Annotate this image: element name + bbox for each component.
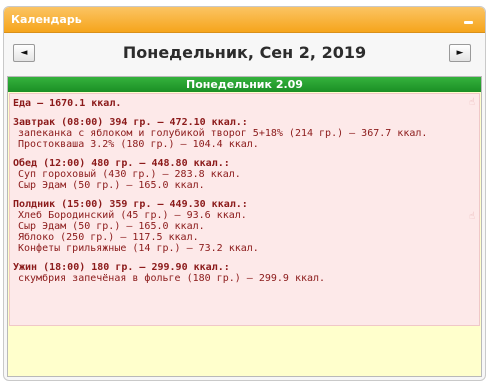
current-date-title: Понедельник, Сен 2, 2019	[122, 43, 367, 62]
meal-header: Обед (12:00) 480 гр. — 448.80 ккал.:	[13, 158, 230, 169]
meal-header: Полдник (15:00) 359 гр. — 449.30 ккал.:	[13, 199, 248, 210]
meal-item: Сыр Эдам (50 гр.) — 165.0 ккал.	[18, 221, 205, 232]
day-meals: ☝ ☝ Еда — 1670.1 ккал. Завтрак (08:00) 3…	[9, 93, 480, 326]
minus-icon[interactable]	[464, 21, 473, 24]
day-header: Понедельник 2.09	[8, 77, 481, 92]
next-day-button[interactable]: ►	[449, 44, 471, 62]
meal-item: скумбрия запечёная в фольге (180 гр.) — …	[18, 273, 326, 284]
meal-item: Простокваша 3.2% (180 гр.) — 104.4 ккал.	[18, 139, 259, 150]
meal-header: Завтрак (08:00) 394 гр. — 472.10 ккал.:	[13, 117, 248, 128]
date-navigation: ◄ Понедельник, Сен 2, 2019 ►	[4, 33, 485, 73]
widget-titlebar: Календарь	[4, 7, 485, 33]
meal-item: Сыр Эдам (50 гр.) — 165.0 ккал.	[18, 180, 205, 191]
meal-header: Ужин (18:00) 180 гр. — 299.90 ккал.:	[13, 262, 230, 273]
hand-pointer-icon[interactable]: ☝	[469, 98, 478, 108]
day-total: Еда — 1670.1 ккал.	[13, 98, 122, 109]
meal-dinner: Ужин (18:00) 180 гр. — 299.90 ккал.: ску…	[13, 262, 479, 284]
meal-breakfast: Завтрак (08:00) 394 гр. — 472.10 ккал.: …	[13, 117, 479, 150]
meal-lunch: Обед (12:00) 480 гр. — 448.80 ккал.: Суп…	[13, 158, 479, 191]
meal-item: Хлеб Бородинский (45 гр.) — 93.6 ккал.	[18, 210, 247, 221]
calendar-widget: Календарь ◄ Понедельник, Сен 2, 2019 ► П…	[3, 6, 486, 381]
meal-item: Конфеты грильяжные (14 гр.) — 73.2 ккал.	[18, 243, 259, 254]
meal-snack: Полдник (15:00) 359 гр. — 449.30 ккал.: …	[13, 199, 479, 254]
meal-item: Яблоко (250 гр.) — 117.5 ккал.	[18, 232, 199, 243]
prev-day-button[interactable]: ◄	[13, 44, 35, 62]
meal-item: Суп гороховый (430 гр.) — 283.8 ккал.	[18, 169, 241, 180]
widget-title: Календарь	[11, 13, 82, 26]
hand-pointer-icon[interactable]: ☝	[469, 212, 478, 222]
meal-item: запеканка с яблоком и голубикой творог 5…	[18, 128, 428, 139]
day-panel: Понедельник 2.09 ☝ ☝ Еда — 1670.1 ккал. …	[7, 76, 482, 377]
